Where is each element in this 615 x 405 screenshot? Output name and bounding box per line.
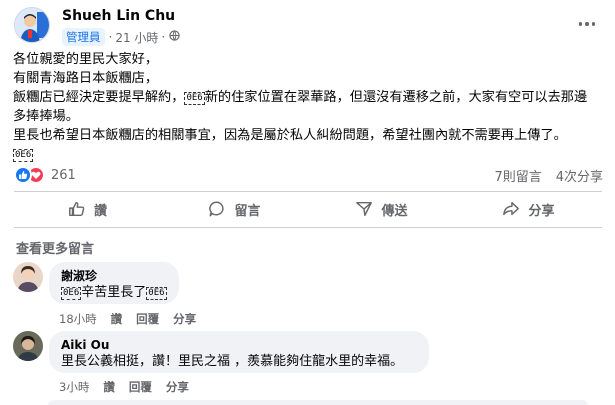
like-reaction-icon (14, 166, 32, 184)
comment-text: 0E6 辛苦里長了 0E6 (61, 285, 167, 300)
comment-button[interactable]: 留言 (161, 193, 308, 225)
emoji-placeholder-icon: 0E6 (61, 287, 82, 300)
next-comment-bubble (48, 400, 588, 405)
post-time[interactable]: 21 小時 (115, 29, 158, 46)
comment-time[interactable]: 18小時 (59, 311, 97, 327)
comment-actions: 3小時 讚 回覆 分享 (59, 379, 189, 395)
post-line: 0E6 (13, 145, 603, 164)
comment-actions: 18小時 讚 回覆 分享 (59, 311, 196, 327)
commenter-name[interactable]: Aiki Ou (61, 337, 417, 353)
post-header: Shueh Lin Chu 管理員 · 21 小時 · (12, 4, 602, 46)
like-label: 讚 (93, 203, 107, 219)
commenter-avatar[interactable] (13, 331, 43, 361)
globe-icon (169, 30, 180, 44)
reactions-summary[interactable]: 261 (14, 165, 76, 185)
post-actions: 讚 留言 傳送 分享 (14, 193, 602, 225)
meta-separator: · (108, 30, 113, 44)
share-count[interactable]: 4次分享 (556, 166, 603, 185)
more-options-icon[interactable] (574, 14, 600, 34)
commenter-avatar[interactable] (13, 262, 43, 292)
share-button[interactable]: 分享 (455, 193, 602, 225)
divider (14, 227, 602, 228)
meta-separator: · (161, 30, 166, 44)
comment-count[interactable]: 7則留言 (494, 166, 541, 185)
post-body: 各位親愛的里民大家好， 有關青海路日本飯糰店， 飯糰店已經決定要提早解約， 0E6… (13, 50, 603, 164)
post-line: 里長也希望日本飯糰店的相關事宜，因為是屬於私人糾紛問題，希望社團內就不需要再上傳… (13, 128, 567, 143)
post-line: 飯糰店已經決定要提早解約， 0E6 新的住家位置在翠華路，但還沒有遷移之前，大家有空… (13, 90, 588, 105)
admin-badge: 管理員 (62, 28, 105, 46)
comment-reply-button[interactable]: 回覆 (129, 379, 152, 395)
comment-bubble: Aiki Ou 里長公義相挺，讚！里民之福 ，羨慕能夠住龍水里的幸福。 (49, 331, 429, 373)
emoji-placeholder-icon: 0E6 (13, 149, 34, 162)
share-label: 分享 (528, 203, 555, 219)
send-icon (356, 201, 373, 217)
post-line: 各位親愛的里民大家好， (13, 52, 159, 67)
divider (14, 191, 602, 192)
comment-icon (209, 201, 225, 217)
commenter-name[interactable]: 謝淑珍 (61, 268, 167, 284)
comment-text: 里長公義相挺，讚！里民之福 ，羨慕能夠住龍水里的幸福。 (61, 354, 404, 369)
comment-like-button[interactable]: 讚 (103, 379, 115, 395)
author-name[interactable]: Shueh Lin Chu (62, 8, 175, 24)
post-line: 多捧捧場。 (13, 109, 79, 124)
comment-bubble: 謝淑珍 0E6 辛苦里長了 0E6 (49, 262, 179, 304)
post-line: 有關青海路日本飯糰店， (13, 71, 159, 86)
post-meta: 管理員 · 21 小時 · (62, 28, 180, 46)
comment-label: 留言 (234, 203, 261, 219)
comment-time[interactable]: 3小時 (59, 379, 89, 395)
comment-share-button[interactable]: 分享 (173, 311, 196, 327)
comment-share-button[interactable]: 分享 (166, 379, 189, 395)
comment-like-button[interactable]: 讚 (111, 311, 123, 327)
reaction-count: 261 (51, 167, 76, 183)
comment-item: Aiki Ou 里長公義相挺，讚！里民之福 ，羨慕能夠住龍水里的幸福。 3小時 … (13, 331, 603, 397)
emoji-placeholder-icon: 0E6 (146, 287, 167, 300)
comment-item: 謝淑珍 0E6 辛苦里長了 0E6 18小時 讚 回覆 分享 (13, 262, 603, 328)
send-label: 傳送 (381, 203, 408, 219)
post-stats: 7則留言 4次分享 (494, 166, 603, 185)
comment-reply-button[interactable]: 回覆 (136, 311, 159, 327)
see-more-comments-link[interactable]: 查看更多留言 (16, 238, 94, 257)
thumbs-up-icon (69, 201, 85, 217)
send-button[interactable]: 傳送 (308, 193, 455, 225)
emoji-placeholder-icon: 0E6 (184, 92, 205, 105)
author-avatar[interactable] (14, 7, 50, 43)
share-icon (503, 201, 520, 216)
like-button[interactable]: 讚 (14, 193, 161, 225)
